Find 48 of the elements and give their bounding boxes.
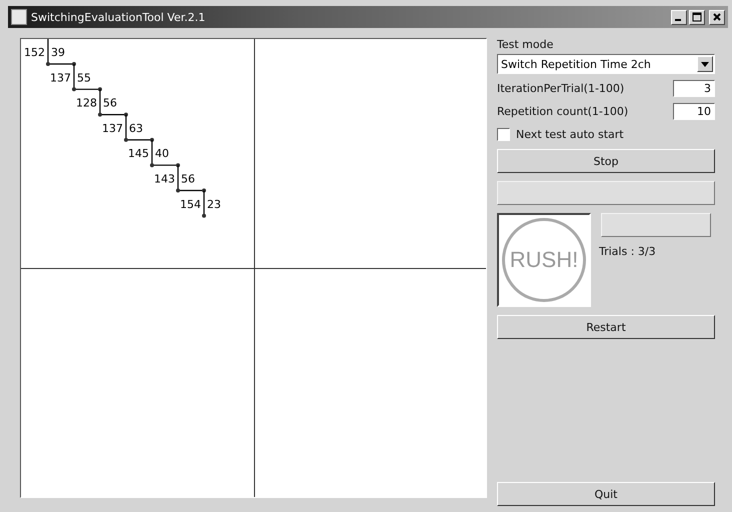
- step-value: 40: [155, 147, 169, 160]
- checkbox-label: Next test auto start: [516, 128, 624, 141]
- number-field[interactable]: 10: [673, 103, 715, 120]
- step-value: 128: [76, 96, 97, 110]
- minimize-button[interactable]: [671, 10, 687, 24]
- step-value: 39: [51, 46, 65, 59]
- app-icon: [11, 9, 27, 25]
- step-point: [98, 112, 102, 117]
- test-mode-dropdown[interactable]: Switch Repetition Time 2ch: [497, 54, 715, 74]
- step-value: 154: [180, 198, 201, 211]
- step-value: 63: [129, 122, 143, 135]
- test-mode-label: Test mode: [497, 38, 554, 51]
- quit-button[interactable]: Quit: [497, 482, 715, 506]
- window-title: SwitchingEvaluationTool Ver.2.1: [31, 10, 206, 24]
- step-value: 143: [154, 172, 175, 186]
- action-button[interactable]: Stop: [497, 149, 715, 173]
- step-value: 23: [207, 198, 221, 211]
- step-point: [46, 62, 50, 66]
- minimize-icon: [675, 19, 681, 21]
- step-point: [202, 188, 206, 192]
- step-point: [98, 87, 102, 92]
- field-label: Repetition count(1-100): [497, 105, 628, 118]
- field-label: IterationPerTrial(1-100): [497, 82, 624, 95]
- step-value: 55: [77, 71, 91, 84]
- trials-count: Trials : 3/3: [599, 245, 657, 258]
- close-icon: [712, 12, 722, 22]
- maximize-button[interactable]: [689, 10, 705, 24]
- step-point: [150, 163, 154, 168]
- step-point: [202, 214, 206, 218]
- step-value: 56: [103, 96, 117, 110]
- step-point: [150, 138, 154, 142]
- step-value: 145: [128, 147, 149, 160]
- step-point: [72, 62, 76, 66]
- step-point: [72, 87, 76, 92]
- step-point: [124, 112, 128, 117]
- number-field[interactable]: 3: [673, 80, 715, 97]
- step-value: 137: [102, 122, 123, 135]
- restart-button[interactable]: Restart: [497, 315, 715, 339]
- close-button[interactable]: [709, 10, 725, 24]
- step-point: [176, 188, 180, 192]
- step-value: 137: [50, 71, 71, 84]
- step-value: 152: [24, 46, 45, 59]
- checkbox[interactable]: [497, 128, 510, 141]
- rush-indicator: RUSH!: [502, 218, 586, 302]
- step-point: [124, 138, 128, 142]
- maximize-icon: [692, 12, 702, 22]
- step-value: 56: [181, 172, 195, 186]
- step-point: [176, 163, 180, 168]
